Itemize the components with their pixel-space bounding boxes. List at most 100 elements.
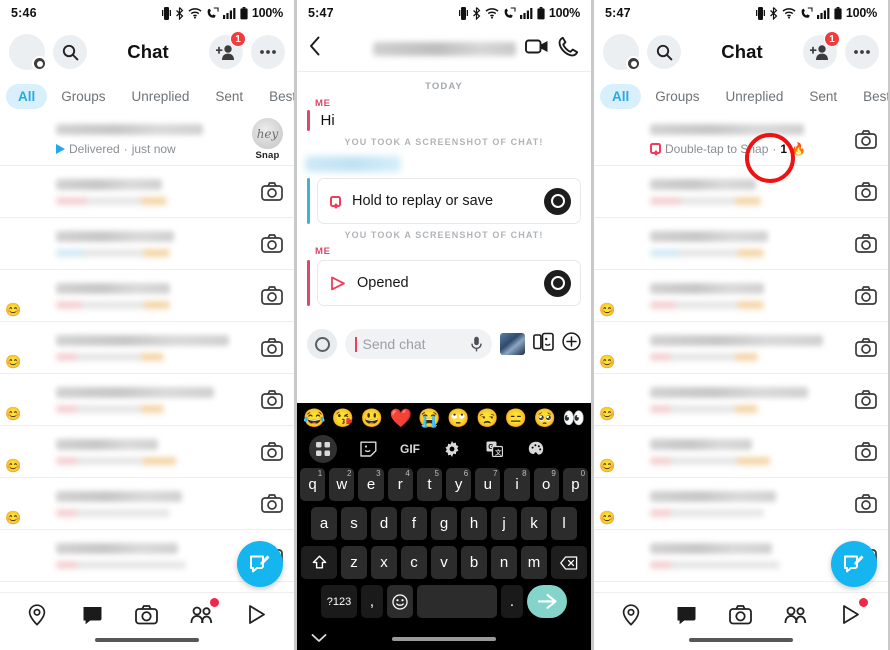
- table-row[interactable]: 😊: [0, 270, 294, 322]
- sticker-icon[interactable]: [357, 438, 379, 460]
- snap-camera-icon[interactable]: [544, 269, 571, 297]
- camera-button[interactable]: [261, 390, 283, 409]
- key-t[interactable]: 5t: [416, 468, 442, 501]
- shift-key[interactable]: [301, 546, 337, 579]
- snap-camera-icon[interactable]: [544, 187, 571, 215]
- snap-card-outgoing[interactable]: Opened: [297, 260, 591, 306]
- emoji-item[interactable]: 🥺: [534, 408, 556, 429]
- emoji-item[interactable]: 😑: [505, 408, 527, 429]
- table-row[interactable]: Double-tap to Snap · 1 🔥: [594, 114, 888, 166]
- symbols-key[interactable]: ?123: [321, 585, 357, 618]
- tab-sent[interactable]: Sent: [203, 84, 255, 109]
- key-r[interactable]: 4r: [387, 468, 413, 501]
- emoji-item[interactable]: 😘: [332, 408, 354, 429]
- camera-button[interactable]: [261, 442, 283, 461]
- camera-button[interactable]: [261, 338, 283, 357]
- camera-button[interactable]: [855, 494, 877, 513]
- camera-button[interactable]: [261, 234, 283, 253]
- send-button[interactable]: [527, 585, 567, 618]
- more-attachments-button[interactable]: [562, 332, 581, 356]
- emoji-key[interactable]: [387, 585, 413, 618]
- key-a[interactable]: a: [311, 507, 337, 540]
- emoji-item[interactable]: 😭: [418, 408, 440, 429]
- table-row[interactable]: 😊: [594, 374, 888, 426]
- camera-button[interactable]: [261, 494, 283, 513]
- key-n[interactable]: n: [491, 546, 517, 579]
- recent-photo-thumbnail[interactable]: [500, 333, 525, 355]
- nav-map[interactable]: [17, 596, 57, 634]
- snap-preview[interactable]: hey Snap: [252, 118, 283, 161]
- nav-friends[interactable]: [776, 596, 816, 634]
- table-row[interactable]: 😊: [594, 426, 888, 478]
- snap-card-incoming[interactable]: Hold to replay or save: [297, 178, 591, 224]
- table-row[interactable]: 😊: [0, 374, 294, 426]
- tab-best-friends[interactable]: Best Friend: [257, 84, 294, 109]
- sticker-button[interactable]: [533, 332, 554, 357]
- table-row[interactable]: Delivered · just now hey Snap: [0, 114, 294, 166]
- camera-button[interactable]: [855, 234, 877, 253]
- camera-button[interactable]: [261, 182, 283, 201]
- period-key[interactable]: .: [501, 585, 523, 618]
- key-s[interactable]: s: [341, 507, 367, 540]
- emoji-item[interactable]: 😂: [303, 408, 325, 429]
- more-options-button[interactable]: [251, 35, 285, 69]
- key-h[interactable]: h: [461, 507, 487, 540]
- camera-button[interactable]: [855, 182, 877, 201]
- key-z[interactable]: z: [341, 546, 367, 579]
- emoji-item[interactable]: 👀: [562, 408, 584, 429]
- camera-button[interactable]: [855, 286, 877, 305]
- key-q[interactable]: 1q: [299, 468, 326, 501]
- emoji-item[interactable]: 😒: [476, 408, 498, 429]
- table-row[interactable]: 😊: [0, 426, 294, 478]
- key-e[interactable]: 3e: [358, 468, 384, 501]
- key-u[interactable]: 7u: [475, 468, 501, 501]
- search-button[interactable]: [53, 35, 87, 69]
- key-c[interactable]: c: [401, 546, 427, 579]
- nav-camera[interactable]: [127, 596, 167, 634]
- video-call-button[interactable]: [525, 38, 549, 60]
- message-outgoing[interactable]: ME Hi: [297, 98, 591, 131]
- key-k[interactable]: k: [521, 507, 547, 540]
- back-button[interactable]: [305, 36, 325, 61]
- key-y[interactable]: 6y: [446, 468, 472, 501]
- tab-best-friends[interactable]: Best Friend: [851, 84, 888, 109]
- settings-icon[interactable]: [441, 438, 463, 460]
- tab-sent[interactable]: Sent: [797, 84, 849, 109]
- camera-button[interactable]: [855, 442, 877, 461]
- tab-all[interactable]: All: [600, 83, 642, 109]
- avatar[interactable]: [334, 34, 364, 64]
- key-j[interactable]: j: [491, 507, 517, 540]
- key-l[interactable]: l: [551, 507, 577, 540]
- key-w[interactable]: 2w: [329, 468, 355, 501]
- table-row[interactable]: 😊: [0, 478, 294, 530]
- emoji-item[interactable]: ❤️: [389, 408, 411, 429]
- gif-icon[interactable]: GIF: [399, 438, 421, 460]
- nav-friends[interactable]: [182, 596, 222, 634]
- emoji-item[interactable]: 🙄: [447, 408, 469, 429]
- space-key[interactable]: [417, 585, 497, 618]
- nav-camera[interactable]: [721, 596, 761, 634]
- composer-camera-button[interactable]: [307, 329, 337, 359]
- tab-groups[interactable]: Groups: [49, 84, 117, 109]
- search-button[interactable]: [647, 35, 681, 69]
- table-row[interactable]: 😊: [0, 322, 294, 374]
- profile-avatar-button[interactable]: [9, 34, 47, 71]
- new-chat-fab[interactable]: [831, 541, 877, 587]
- grid-icon[interactable]: [309, 434, 337, 463]
- key-i[interactable]: 8i: [504, 468, 530, 501]
- tab-groups[interactable]: Groups: [643, 84, 711, 109]
- comma-key[interactable]: ,: [361, 585, 383, 618]
- backspace-key[interactable]: [551, 546, 587, 579]
- more-options-button[interactable]: [845, 35, 879, 69]
- camera-button[interactable]: [855, 130, 877, 149]
- camera-button[interactable]: [855, 390, 877, 409]
- key-m[interactable]: m: [521, 546, 547, 579]
- tab-unreplied[interactable]: Unreplied: [120, 84, 202, 109]
- nav-map[interactable]: [611, 596, 651, 634]
- hide-keyboard-button[interactable]: [311, 632, 327, 646]
- key-d[interactable]: d: [371, 507, 397, 540]
- key-v[interactable]: v: [431, 546, 457, 579]
- profile-avatar-button[interactable]: [603, 34, 641, 71]
- emoji-item[interactable]: 😃: [361, 408, 383, 429]
- search-input[interactable]: Send chat: [345, 329, 492, 359]
